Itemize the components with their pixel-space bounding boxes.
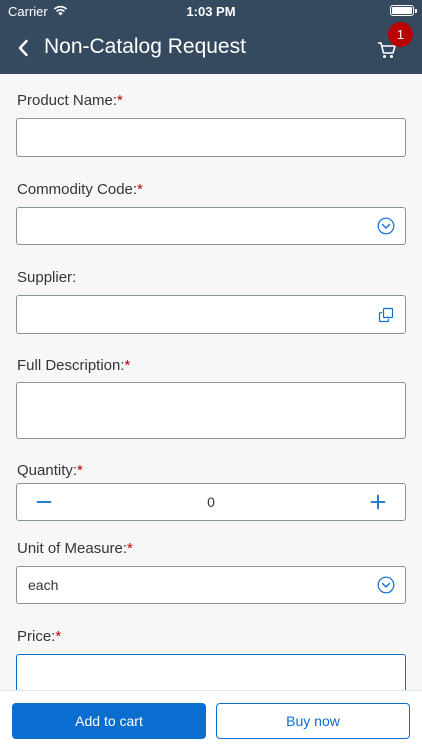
page-title: Non-Catalog Request xyxy=(44,35,246,58)
unit-of-measure-value: each xyxy=(28,577,59,593)
full-description-textarea[interactable] xyxy=(16,382,406,439)
quantity-value[interactable]: 0 xyxy=(17,494,405,510)
supplier-input[interactable] xyxy=(16,295,406,334)
product-name-label-text: Product Name: xyxy=(17,92,118,109)
commodity-code-label: Commodity Code:* xyxy=(17,181,143,198)
battery-icon xyxy=(390,5,417,16)
product-name-label: Product Name:* xyxy=(17,92,123,109)
price-label-text: Price: xyxy=(17,628,56,645)
status-bar: Carrier 1:03 PM xyxy=(0,0,422,22)
unit-of-measure-label: Unit of Measure:* xyxy=(17,540,133,557)
required-marker: * xyxy=(127,540,133,557)
buy-now-button[interactable]: Buy now xyxy=(216,703,410,739)
quantity-label-text: Quantity: xyxy=(17,462,78,479)
request-form: Product Name:* Commodity Code:* Supplier… xyxy=(0,74,422,690)
supplier-label: Supplier: xyxy=(17,269,76,286)
add-to-cart-button[interactable]: Add to cart xyxy=(12,703,206,739)
supplier-label-text: Supplier: xyxy=(17,269,77,286)
full-description-label: Full Description:* xyxy=(17,357,130,374)
required-marker: * xyxy=(55,628,62,645)
chevron-down-circle-icon[interactable] xyxy=(377,217,395,235)
price-label: Price:* xyxy=(17,628,61,645)
back-button[interactable] xyxy=(10,34,36,62)
quantity-label: Quantity:* xyxy=(17,462,83,479)
navigation-bar: Non-Catalog Request 1 xyxy=(0,22,422,74)
chevron-left-icon xyxy=(18,39,28,57)
value-help-icon[interactable] xyxy=(377,306,395,324)
plus-icon xyxy=(370,494,386,510)
commodity-code-select[interactable] xyxy=(16,207,406,245)
cart-count-badge: 1 xyxy=(388,22,413,47)
increment-button[interactable] xyxy=(366,490,390,514)
required-marker: * xyxy=(77,462,83,479)
price-input[interactable] xyxy=(16,654,406,690)
footer-toolbar: Add to cart Buy now xyxy=(0,690,422,750)
unit-of-measure-select[interactable]: each xyxy=(16,566,406,604)
required-marker: * xyxy=(137,181,143,198)
full-description-label-text: Full Description: xyxy=(17,357,125,374)
required-marker: * xyxy=(124,357,131,374)
quantity-stepper[interactable]: 0 xyxy=(16,483,406,521)
clock: 1:03 PM xyxy=(186,4,236,19)
unit-of-measure-label-text: Unit of Measure: xyxy=(17,540,128,557)
required-marker: * xyxy=(117,92,123,109)
chevron-down-circle-icon[interactable] xyxy=(377,576,395,594)
product-name-input[interactable] xyxy=(16,118,406,157)
commodity-code-label-text: Commodity Code: xyxy=(17,181,138,198)
